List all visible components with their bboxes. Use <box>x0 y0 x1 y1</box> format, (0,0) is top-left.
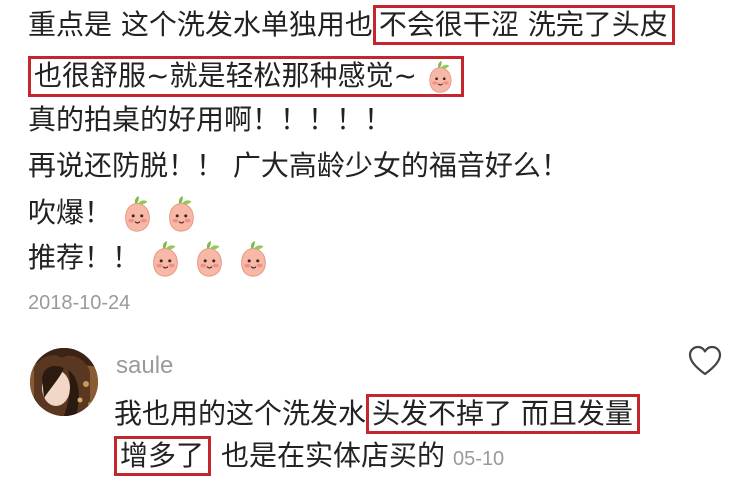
comment-line-3: 真的拍桌的好用啊！！！！！ <box>28 103 393 136</box>
avatar[interactable] <box>30 348 98 416</box>
comment-line-2: 也很舒服~就是轻松那种感觉~ <box>28 56 464 97</box>
reply-date: 05-10 <box>453 448 505 470</box>
comment-text: 重点是 这个洗发水单独用也 <box>28 8 373 41</box>
heart-outline-icon[interactable] <box>688 345 722 377</box>
comment-line-5: 吹爆！ <box>28 193 200 233</box>
peach-emoji-icon <box>146 240 184 278</box>
peach-emoji-icon <box>118 195 156 233</box>
highlight-box: 不会很干涩 洗完了头皮 <box>372 5 675 45</box>
comment-text: 推荐！！ <box>28 241 141 274</box>
reply-line-2: 增多了 也是在实体店买的 05-10 <box>114 434 504 476</box>
reply-line-1: 我也用的这个洗发水 头发不掉了 而且发量 <box>114 392 640 434</box>
comment-text: 也很舒服~就是轻松那种感觉~ <box>34 59 417 92</box>
highlight-box: 头发不掉了 而且发量 <box>366 394 640 434</box>
peach-emoji-icon <box>162 195 200 233</box>
comment-date: 2018-10-24 <box>28 292 131 314</box>
avatar-image <box>30 348 98 416</box>
comment-line-6: 推荐！！ <box>28 238 272 278</box>
reply-text: 也是在实体店买的 <box>221 439 446 472</box>
peach-emoji-icon <box>423 60 457 94</box>
comment-line-1: 重点是 这个洗发水单独用也 不会很干涩 洗完了头皮 <box>28 5 675 45</box>
reply-text: 我也用的这个洗发水 <box>114 397 367 430</box>
peach-emoji-icon <box>234 240 272 278</box>
comment-line-4: 再说还防脱！！ 广大高龄少女的福音好么！ <box>28 149 569 182</box>
peach-emoji-icon <box>190 240 228 278</box>
highlight-box: 增多了 <box>114 436 212 476</box>
highlight-box: 也很舒服~就是轻松那种感觉~ <box>28 56 464 97</box>
comment-text: 吹爆！ <box>28 196 113 229</box>
reply-username[interactable]: saule <box>116 352 173 380</box>
